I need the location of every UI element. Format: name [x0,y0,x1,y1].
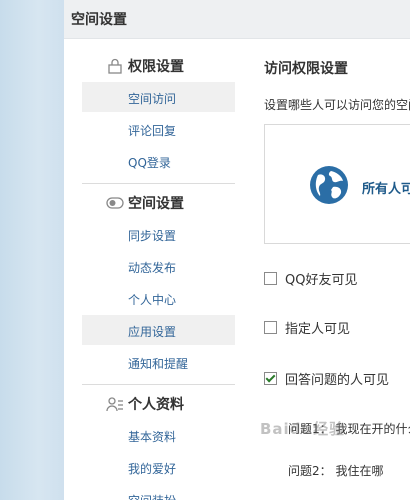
answer-question-checkbox[interactable] [264,372,277,385]
lock-icon [108,58,122,74]
panel-header: 空间设置 [64,0,410,39]
globe-icon [310,166,348,204]
sidebar-item-notifications[interactable]: 通知和提醒 [82,347,235,377]
section-space-settings-title: 空间设置 [128,196,184,212]
sidebar-item-label: 应用设置 [128,325,177,339]
sidebar-item-app-settings[interactable]: 应用设置 [82,315,235,345]
sidebar-item-label: 通知和提醒 [128,357,189,371]
sidebar-item-label: QQ登录 [128,156,171,170]
option-qq-friends[interactable]: QQ好友可见 [264,269,410,289]
sidebar-item-label: 动态发布 [128,261,177,275]
profile-icon [106,397,123,412]
option-label: 指定人可见 [285,322,351,337]
section-permissions: 权限设置 [82,50,235,80]
section-permissions-title: 权限设置 [128,59,184,75]
question-2: 问题2： 我住在哪 [288,462,383,479]
sidebar-item-space-decoration[interactable]: 空间装扮 [82,484,235,500]
sidebar-item-label: 同步设置 [128,229,177,243]
sidebar-item-qq-login[interactable]: QQ登录 [82,146,235,176]
option-label: 回答问题的人可见 [285,373,390,388]
baidu-watermark: Baidu经验 [260,420,346,438]
sidebar-item-label: 个人中心 [128,293,177,307]
sidebar-item-label: 空间访问 [128,92,177,106]
sidebar-item-label: 基本资料 [128,430,177,444]
sidebar-item-label: 评论回复 [128,124,177,138]
sidebar-item-space-access[interactable]: 空间访问 [82,82,235,112]
option-label: QQ好友可见 [285,273,358,288]
sidebar-item-label: 空间装扮 [128,492,176,500]
option-specified-people[interactable]: 指定人可见 [264,318,410,338]
content-description: 设置哪些人可以访问您的空间 [264,98,410,112]
sidebar-item-basic-info[interactable]: 基本资料 [82,420,235,450]
question-2-text: 我住在哪 [335,464,384,478]
content-title: 访问权限设置 [264,61,348,77]
panel-title: 空间设置 [71,12,127,28]
question-1-text: 我现在开的什么车 [335,422,410,436]
qq-friends-checkbox[interactable] [264,272,277,285]
section-space-settings: 空间设置 [82,187,235,217]
question-2-label: 问题2： [288,464,332,478]
sidebar-item-label: 我的爱好 [128,462,177,476]
sidebar-item-my-hobbies[interactable]: 我的爱好 [82,452,235,482]
desktop-background [0,0,64,500]
preview-label: 所有人可见 [362,182,410,197]
access-preview-card[interactable]: 所有人可见 [264,124,410,244]
section-divider [82,183,235,184]
section-divider [82,384,235,385]
settings-panel: 空间设置 权限设置 空间访问 评论回复 QQ登录 空间设置 同步设置 动态发布 … [64,0,410,500]
sidebar-item-personal-center[interactable]: 个人中心 [82,283,235,313]
sidebar-item-comment-reply[interactable]: 评论回复 [82,114,235,144]
settings-sidebar: 权限设置 空间访问 评论回复 QQ登录 空间设置 同步设置 动态发布 个人中心 [82,38,235,500]
section-profile: 个人资料 [82,388,235,418]
section-profile-title: 个人资料 [128,397,184,413]
specified-people-checkbox[interactable] [264,321,277,334]
sidebar-item-sync-settings[interactable]: 同步设置 [82,219,235,249]
sidebar-item-post-updates[interactable]: 动态发布 [82,251,235,281]
option-answer-question[interactable]: 回答问题的人可见 [264,369,410,389]
toggle-icon [106,197,124,209]
